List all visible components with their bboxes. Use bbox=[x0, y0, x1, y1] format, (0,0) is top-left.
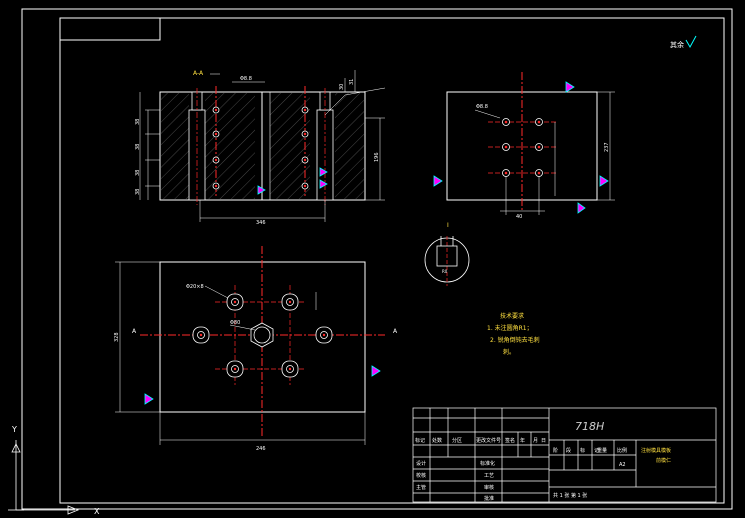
technical-requirements: 技术要求 1. 未注圆角R1； 2. 锐角倒钝去毛刺 刺。 bbox=[487, 312, 540, 356]
svg-text:I: I bbox=[447, 222, 449, 229]
svg-text:2. 锐角倒钝去毛刺: 2. 锐角倒钝去毛刺 bbox=[490, 336, 540, 344]
title-block bbox=[412, 407, 717, 503]
svg-text:328: 328 bbox=[114, 332, 120, 342]
svg-text:标记: 标记 bbox=[415, 437, 425, 444]
roughness-note: 其余 bbox=[670, 35, 697, 49]
svg-text:标准化: 标准化 bbox=[480, 460, 495, 467]
svg-text:38: 38 bbox=[135, 170, 141, 176]
svg-text:38: 38 bbox=[135, 144, 141, 150]
svg-text:R0: R0 bbox=[442, 269, 448, 274]
part-name-line1: 注射模具模板 bbox=[641, 447, 671, 454]
inner-border bbox=[59, 17, 725, 504]
ucs-y-label: Y bbox=[11, 425, 17, 434]
ucs-x-label: X bbox=[94, 507, 100, 516]
svg-text:196: 196 bbox=[374, 152, 380, 162]
stage-header-3: 标 bbox=[580, 447, 585, 454]
svg-text:346: 346 bbox=[256, 220, 266, 226]
corner-label-box bbox=[59, 17, 161, 41]
svg-text:1. 未注圆角R1；: 1. 未注圆角R1； bbox=[487, 324, 533, 332]
svg-text:40: 40 bbox=[516, 214, 522, 220]
svg-text:设计: 设计 bbox=[416, 460, 426, 467]
part-name-line2: 前模仁 bbox=[656, 457, 671, 464]
weight-header: 重量 bbox=[597, 447, 607, 454]
svg-text:其余: 其余 bbox=[670, 40, 684, 49]
svg-text:38: 38 bbox=[135, 119, 141, 125]
svg-text:签名: 签名 bbox=[505, 437, 515, 444]
cad-drawing-canvas[interactable]: 其余 A-A 38 38 38 38 196 346 31 30 Φ8.8 40… bbox=[0, 0, 745, 518]
sheet-info: 共 1 张 第 1 张 bbox=[553, 492, 587, 499]
svg-text:30: 30 bbox=[339, 84, 345, 90]
svg-text:技术要求: 技术要求 bbox=[500, 312, 524, 320]
svg-text:246: 246 bbox=[256, 446, 266, 452]
plan-view: Φ20×8 Φ80 328 246 A A bbox=[114, 246, 398, 452]
stage-header-1: 阶 bbox=[553, 447, 558, 454]
svg-text:主管: 主管 bbox=[416, 484, 426, 491]
svg-text:批准: 批准 bbox=[484, 495, 494, 502]
svg-text:237: 237 bbox=[604, 142, 610, 152]
svg-text:更改文件号: 更改文件号 bbox=[476, 437, 501, 444]
svg-text:31: 31 bbox=[349, 79, 355, 85]
svg-text:审核: 审核 bbox=[484, 484, 494, 491]
svg-text:Φ8.8: Φ8.8 bbox=[240, 76, 252, 82]
detail-view-i: I R0 bbox=[424, 222, 470, 286]
svg-text:刺。: 刺。 bbox=[503, 348, 515, 356]
stage-header-2: 段 bbox=[566, 447, 571, 454]
svg-text:日: 日 bbox=[541, 438, 546, 444]
material-label: 718H bbox=[575, 420, 604, 433]
svg-text:A-A: A-A bbox=[193, 70, 204, 77]
side-view: 40 237 Φ8.8 bbox=[433, 72, 615, 220]
svg-text:Φ20×8: Φ20×8 bbox=[186, 284, 204, 290]
scale-header: 比例 bbox=[617, 447, 627, 454]
svg-text:A: A bbox=[393, 328, 398, 335]
svg-text:A: A bbox=[132, 328, 137, 335]
svg-text:分区: 分区 bbox=[452, 437, 462, 444]
svg-text:38: 38 bbox=[135, 189, 141, 195]
svg-text:校核: 校核 bbox=[416, 472, 426, 479]
svg-text:月: 月 bbox=[533, 438, 538, 444]
svg-text:Φ8.8: Φ8.8 bbox=[476, 104, 488, 110]
section-view-a-a: A-A 38 38 38 38 196 346 31 30 Φ8.8 bbox=[135, 70, 386, 226]
svg-text:年: 年 bbox=[520, 437, 525, 444]
outer-border bbox=[21, 8, 733, 510]
svg-text:工艺: 工艺 bbox=[484, 473, 494, 479]
svg-text:处数: 处数 bbox=[432, 437, 442, 444]
svg-text:Φ80: Φ80 bbox=[230, 320, 240, 326]
sheet-size: A2 bbox=[619, 462, 626, 468]
